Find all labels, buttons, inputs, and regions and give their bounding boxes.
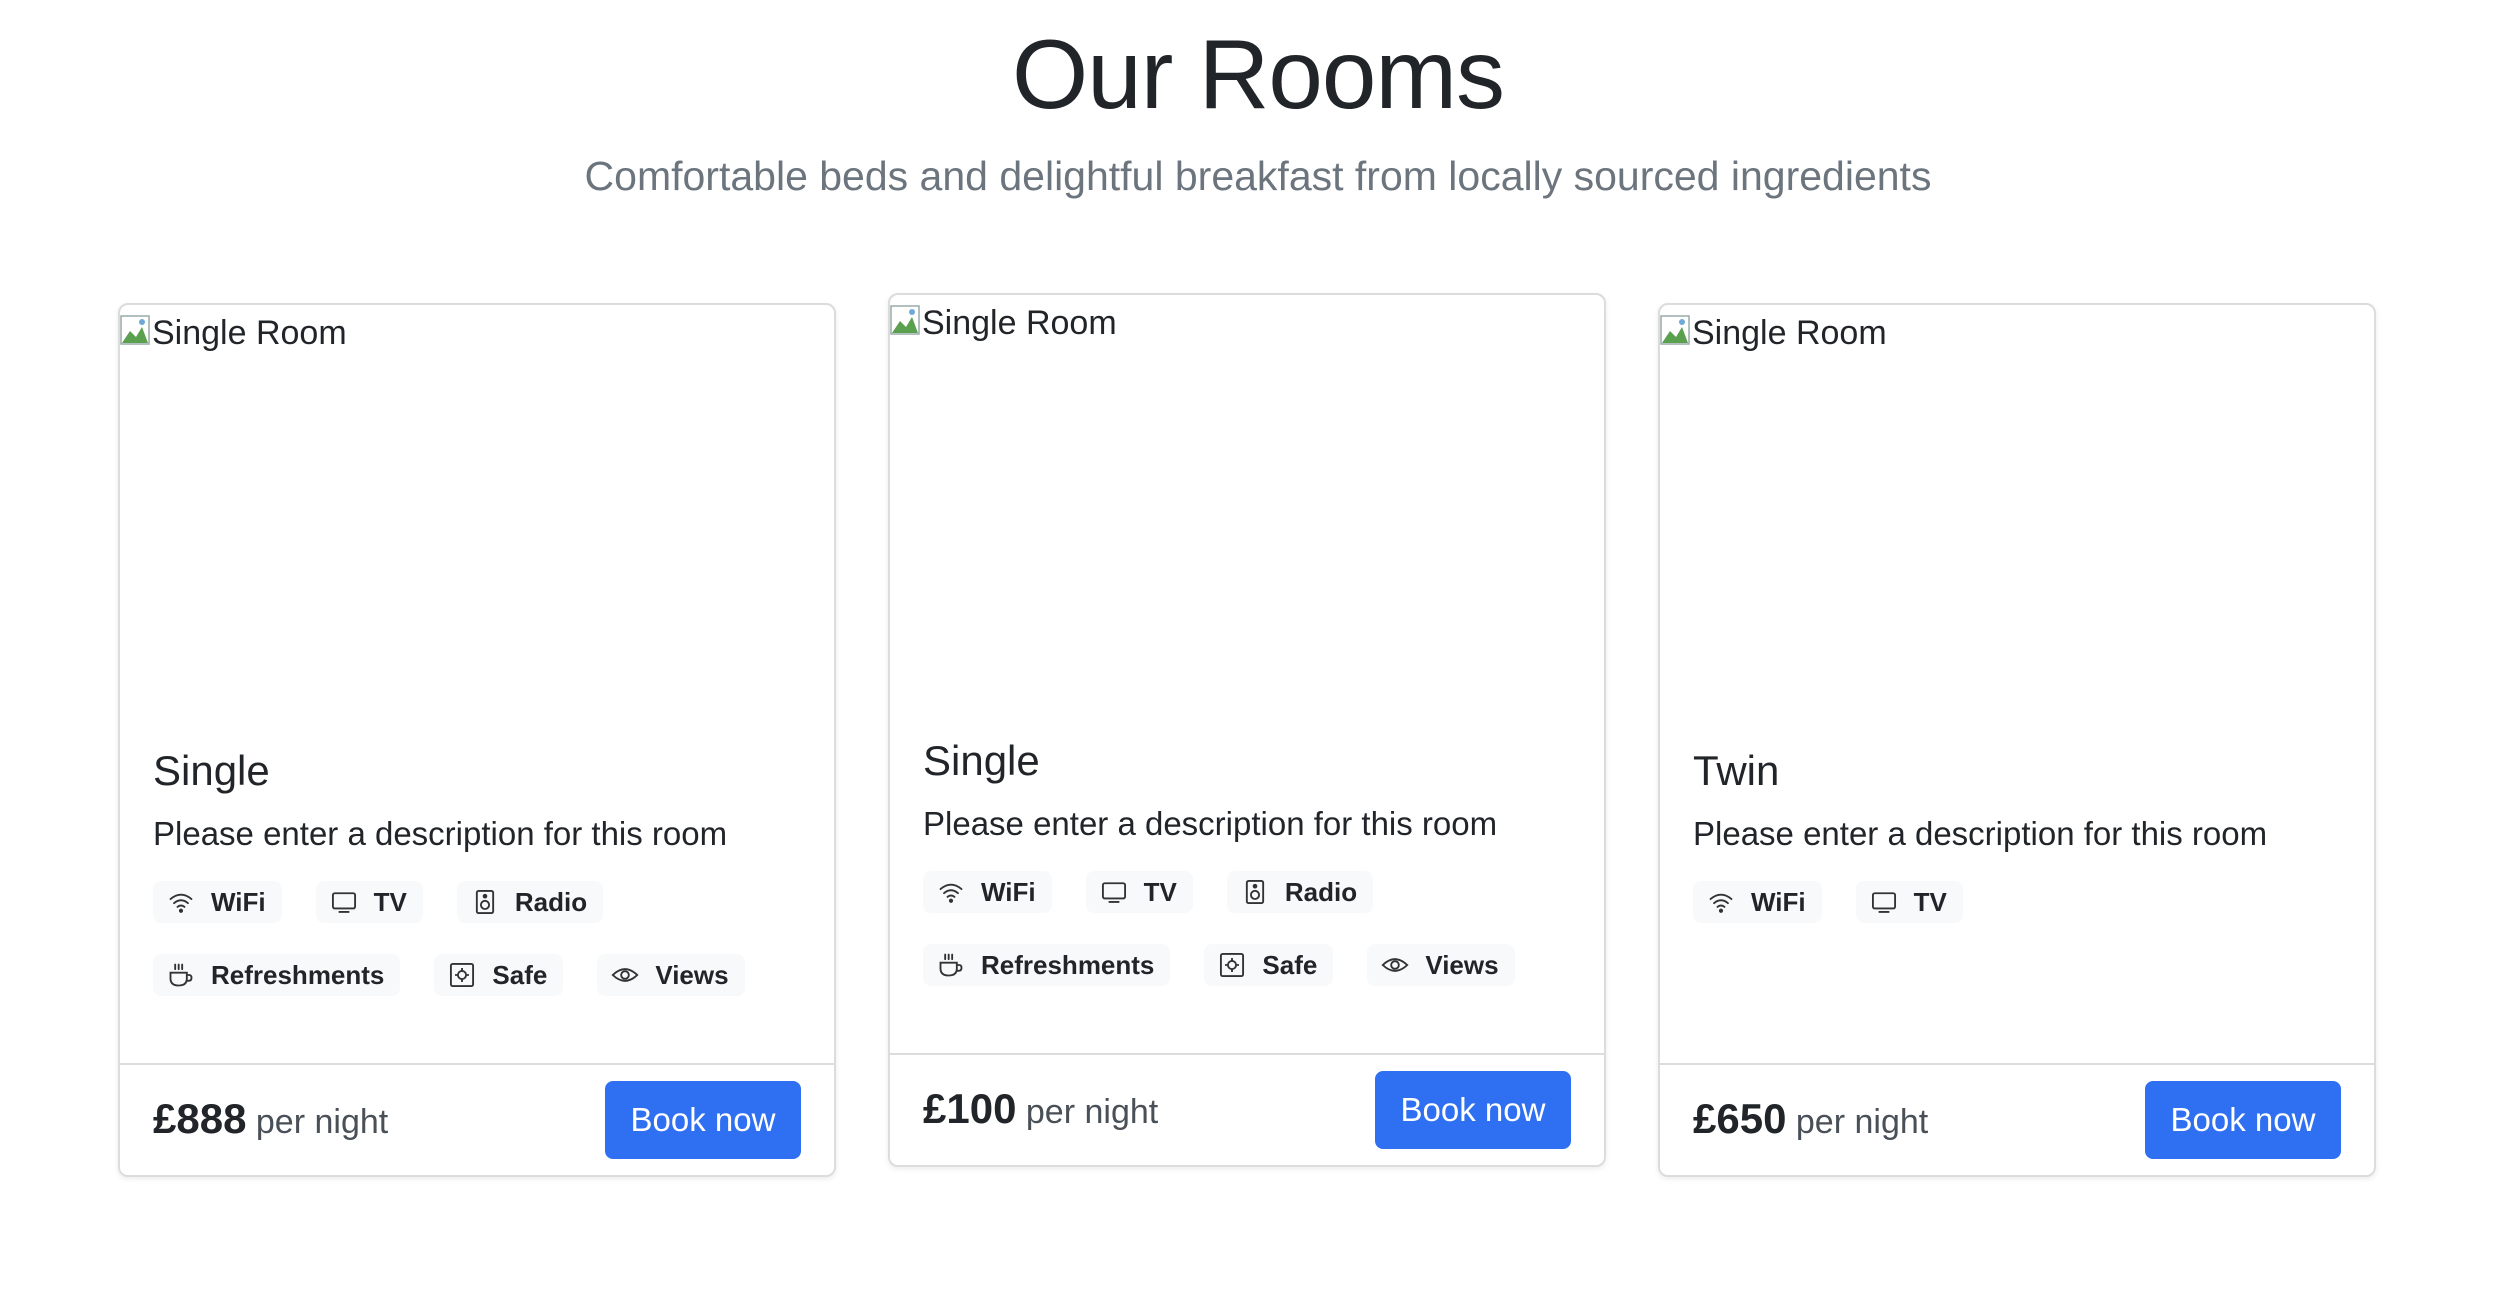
book-now-button[interactable]: Book now [1375,1071,1571,1149]
feature-label: Safe [1262,949,1318,980]
price-suffix: per night [1795,1103,1929,1141]
feature-label: WiFi [211,886,266,917]
room-description: Please enter a description for this room [153,815,728,852]
feature-label: Views [1425,949,1499,980]
wifi-icon [169,893,193,913]
feature-label: TV [1143,876,1177,907]
feature-label: WiFi [1751,886,1806,917]
tv-icon [1101,882,1126,903]
feature-chip-views: Views [1367,944,1515,986]
feature-chip-tv: TV [1855,881,1963,923]
room-card: Single Room Single Please enter a descri… [888,293,1606,1167]
feature-chip-radio: Radio [1226,871,1374,913]
feature-chip-wifi: WiFi [153,881,282,923]
cup-icon [939,953,963,977]
price-amount: £100 [923,1085,1017,1132]
room-type: Twin [1693,747,1780,794]
feature-chip-radio: Radio [456,881,604,923]
room-card: Single Room Twin Please enter a descript… [1658,303,2376,1177]
room-card-body: Single Please enter a description for th… [153,741,801,996]
feature-chip-tv: TV [315,881,423,923]
feature-label: Radio [1284,876,1358,907]
room-features: WiFi TV Radio Refreshments Safe Views [153,881,801,996]
feature-chip-refreshments: Refreshments [153,954,401,996]
room-price: £650 per night [1693,1091,1928,1150]
book-now-button[interactable]: Book now [2145,1081,2341,1159]
room-card-footer: £100 per night Book now [890,1053,1604,1165]
cup-icon [169,963,193,987]
feature-chip-safe: Safe [1204,944,1334,986]
price-amount: £888 [153,1095,247,1142]
room-description: Please enter a description for this room [923,805,1498,842]
eye-icon [611,968,639,982]
room-card-footer: £888 per night Book now [120,1063,834,1175]
feature-chip-wifi: WiFi [923,871,1052,913]
room-price: £888 per night [153,1091,388,1150]
wifi-icon [1709,893,1733,913]
feature-chip-wifi: WiFi [1693,881,1822,923]
room-features: WiFi TV Radio Refreshments Safe Views [923,871,1571,986]
eye-icon [1381,958,1409,972]
feature-label: TV [1913,886,1947,917]
page-subtitle: Comfortable beds and delightful breakfas… [584,153,1932,199]
feature-label: Views [655,959,729,990]
room-description: Please enter a description for this room [1693,815,2268,852]
radio-icon [475,889,494,915]
feature-label: Refreshments [981,949,1155,980]
room-type: Single [153,747,270,794]
room-image: Single Room [120,305,834,705]
feature-label: Safe [492,959,548,990]
page-title: Our Rooms [1011,19,1505,129]
radio-icon [1245,879,1264,905]
price-amount: £650 [1693,1095,1787,1142]
broken-image-icon [890,302,920,335]
room-card-footer: £650 per night Book now [1660,1063,2374,1175]
feature-chip-views: Views [597,954,745,996]
room-card: Single Room Single Please enter a descri… [118,303,836,1177]
room-image-alt: Single Room [152,314,347,352]
room-image: Single Room [890,295,1604,695]
feature-chip-refreshments: Refreshments [923,944,1171,986]
price-suffix: per night [255,1103,389,1141]
room-features: WiFi TV [1693,881,2341,923]
book-now-button[interactable]: Book now [605,1081,801,1159]
room-image-alt: Single Room [1692,314,1887,352]
room-image: Single Room [1660,305,2374,705]
room-image-alt: Single Room [922,304,1117,342]
feature-label: Radio [514,886,588,917]
wifi-icon [939,883,963,903]
broken-image-icon [120,312,150,345]
room-price: £100 per night [923,1081,1158,1140]
feature-label: TV [373,886,407,917]
broken-image-icon [1660,312,1690,345]
safe-icon [450,962,475,988]
safe-icon [1220,952,1245,978]
room-card-body: Twin Please enter a description for this… [1693,741,2341,923]
feature-chip-tv: TV [1085,871,1193,913]
tv-icon [331,892,356,913]
feature-chip-safe: Safe [434,954,564,996]
feature-label: Refreshments [211,959,385,990]
room-type: Single [923,737,1040,784]
price-suffix: per night [1025,1093,1159,1131]
feature-label: WiFi [981,876,1036,907]
rooms-page: Our Rooms Comfortable beds and delightfu… [0,0,2516,1294]
tv-icon [1871,892,1896,913]
room-card-body: Single Please enter a description for th… [923,731,1571,986]
